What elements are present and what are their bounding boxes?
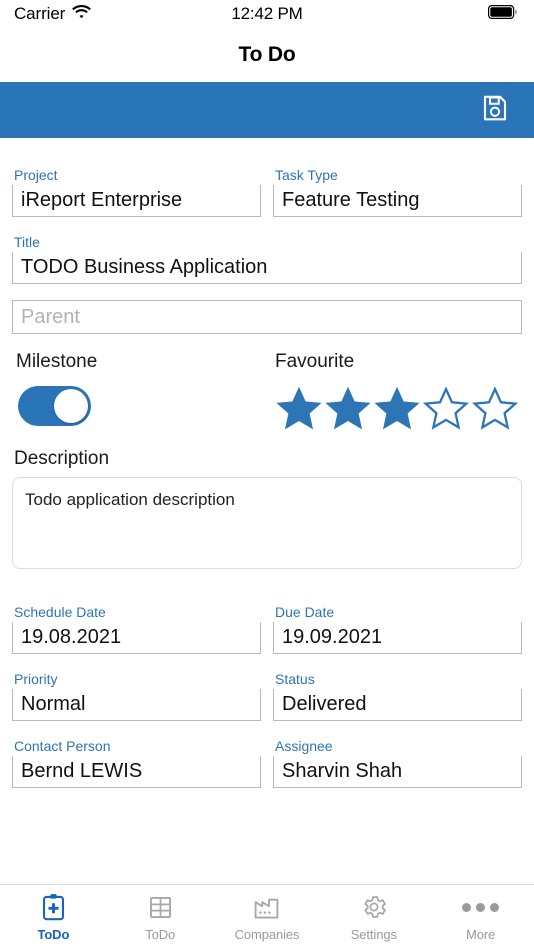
assignee-input[interactable]: Sharvin Shah	[273, 756, 522, 788]
tab-label-todo-create: ToDo	[37, 927, 70, 942]
priority-input[interactable]: Normal	[12, 689, 261, 721]
tab-bar: ToDo ToDo Companies Settings More	[0, 884, 534, 950]
star-icon-2[interactable]	[324, 386, 372, 437]
star-icon-5[interactable]	[471, 386, 519, 437]
field-project: Project iReport Enterprise	[12, 166, 261, 217]
star-icon-4[interactable]	[422, 386, 470, 437]
title-input[interactable]: TODO Business Application	[12, 252, 522, 284]
row-milestone-favourite: Milestone Favourite	[12, 350, 522, 437]
row-project-tasktype: Project iReport Enterprise Task Type Fea…	[12, 166, 522, 233]
due-date-label: Due Date	[275, 604, 335, 620]
page-title: To Do	[238, 43, 296, 66]
ellipsis-dot-2	[476, 902, 486, 912]
milestone-toggle-knob	[54, 389, 88, 423]
star-icon-1[interactable]	[275, 386, 323, 437]
ellipsis-dot-3	[490, 902, 500, 912]
navigation-bar: To Do	[0, 28, 534, 82]
task-type-input[interactable]: Feature Testing	[273, 185, 522, 217]
tab-more[interactable]: More	[427, 885, 534, 950]
carrier-label: Carrier	[14, 4, 66, 23]
field-assignee: Assignee Sharvin Shah	[273, 737, 522, 788]
title-label: Title	[14, 234, 40, 250]
description-label: Description	[14, 448, 110, 469]
description-textarea[interactable]: Todo application description	[12, 477, 522, 569]
row-priority-status: Priority Normal Status Delivered	[12, 670, 522, 737]
table-grid-icon	[147, 892, 174, 922]
field-priority: Priority Normal	[12, 670, 261, 721]
task-type-label: Task Type	[275, 167, 338, 183]
save-button[interactable]	[478, 93, 512, 127]
contact-person-label: Contact Person	[14, 738, 111, 754]
ellipsis-dot-1	[462, 902, 472, 912]
wifi-icon	[72, 4, 92, 24]
status-bar-right	[488, 4, 518, 24]
field-due-date: Due Date 19.09.2021	[273, 603, 522, 654]
milestone-label: Milestone	[16, 351, 98, 372]
field-parent: Parent	[12, 300, 522, 334]
schedule-date-input[interactable]: 19.08.2021	[12, 622, 261, 654]
milestone-group: Milestone	[12, 350, 263, 437]
ellipsis-icon	[462, 892, 500, 922]
schedule-date-label: Schedule Date	[14, 604, 106, 620]
assignee-label: Assignee	[275, 738, 333, 754]
field-title: Title TODO Business Application	[12, 233, 522, 284]
contact-person-input[interactable]: Bernd LEWIS	[12, 756, 261, 788]
field-contact-person: Contact Person Bernd LEWIS	[12, 737, 261, 788]
tab-todo-list[interactable]: ToDo	[107, 885, 214, 950]
tab-label-settings: Settings	[350, 927, 397, 942]
tab-label-companies: Companies	[234, 927, 300, 942]
status-label: Status	[275, 671, 315, 687]
action-toolbar	[0, 82, 534, 138]
app-root: Carrier 12:42 PM To Do Project iReport E…	[0, 0, 534, 950]
tab-settings[interactable]: Settings	[320, 885, 427, 950]
priority-label: Priority	[14, 671, 58, 687]
tab-companies[interactable]: Companies	[214, 885, 321, 950]
project-input[interactable]: iReport Enterprise	[12, 185, 261, 217]
field-task-type: Task Type Feature Testing	[273, 166, 522, 217]
gear-icon	[360, 892, 388, 922]
favourite-rating[interactable]	[271, 386, 522, 437]
status-bar-left: Carrier	[14, 4, 92, 24]
field-schedule-date: Schedule Date 19.08.2021	[12, 603, 261, 654]
parent-input[interactable]: Parent	[12, 300, 522, 334]
status-input[interactable]: Delivered	[273, 689, 522, 721]
favourite-group: Favourite	[263, 350, 522, 437]
battery-icon	[488, 4, 518, 24]
favourite-label: Favourite	[275, 351, 355, 372]
status-bar: Carrier 12:42 PM	[0, 0, 534, 28]
tab-todo-create[interactable]: ToDo	[0, 885, 107, 950]
project-label: Project	[14, 167, 58, 183]
tab-label-todo-list: ToDo	[145, 927, 176, 942]
milestone-toggle[interactable]	[18, 386, 91, 426]
tab-label-more: More	[465, 927, 496, 942]
todo-form: Project iReport Enterprise Task Type Fea…	[0, 138, 534, 884]
row-dates: Schedule Date 19.08.2021 Due Date 19.09.…	[12, 603, 522, 670]
field-description: Description Todo application description	[12, 447, 522, 587]
clipboard-plus-icon	[40, 892, 67, 922]
field-status: Status Delivered	[273, 670, 522, 721]
row-people: Contact Person Bernd LEWIS Assignee Shar…	[12, 737, 522, 804]
due-date-input[interactable]: 19.09.2021	[273, 622, 522, 654]
floppy-disk-save-icon	[480, 93, 510, 128]
star-icon-3[interactable]	[373, 386, 421, 437]
factory-icon	[252, 892, 281, 922]
